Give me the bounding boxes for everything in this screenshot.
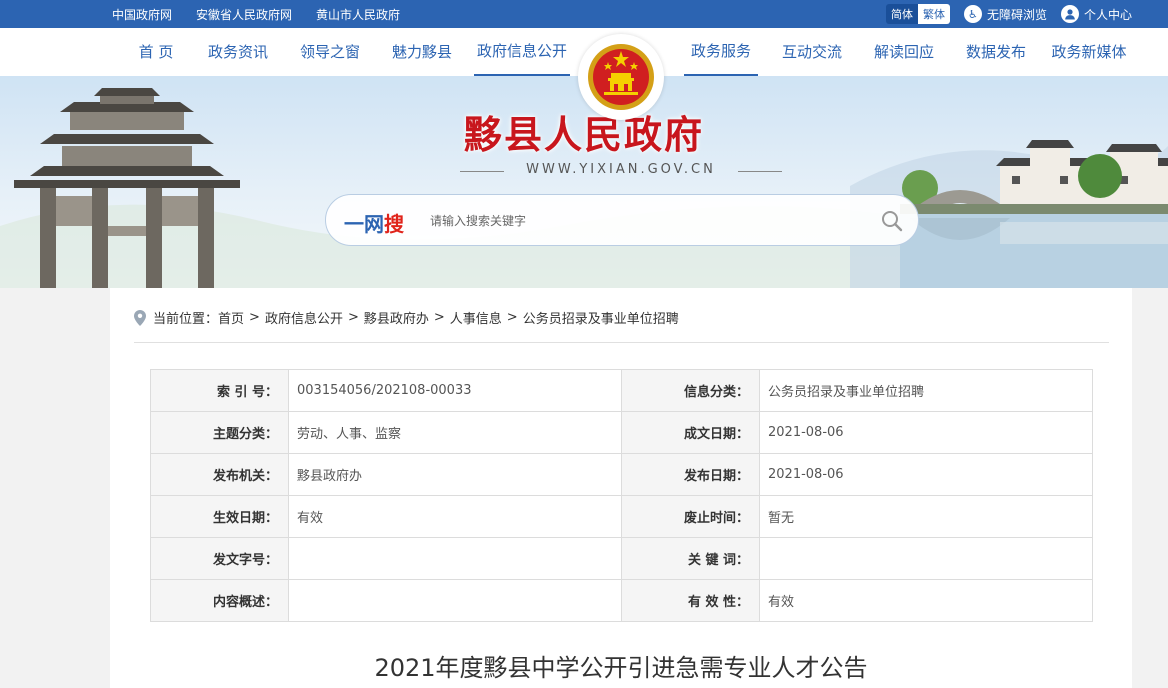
validity-value: 有效 [759, 579, 1093, 622]
breadcrumb-separator: > [433, 310, 445, 325]
index-number-value: 003154056/202108-00033 [288, 369, 622, 412]
info-category-label: 信息分类： [621, 369, 760, 412]
national-emblem [578, 34, 664, 120]
document-metadata-table: 索 引 号： 003154056/202108-00033 信息分类： 公务员招… [150, 369, 1093, 622]
table-row: 生效日期： 有效 废止时间： 暂无 [150, 495, 1093, 538]
breadcrumb-personnel-info[interactable]: 人事信息 [450, 308, 502, 327]
table-row: 主题分类： 劳动、人事、监察 成文日期： 2021-08-06 [150, 411, 1093, 454]
issuing-authority-value: 黟县政府办 [288, 453, 622, 496]
main-content: 当前位置： 首页 > 政府信息公开 > 黟县政府办 > 人事信息 > 公务员招录… [110, 288, 1132, 688]
divider [134, 342, 1109, 343]
breadcrumb: 当前位置： 首页 > 政府信息公开 > 黟县政府办 > 人事信息 > 公务员招录… [134, 308, 679, 327]
nav-leaders[interactable]: 领导之窗 [292, 28, 368, 76]
breadcrumb-home[interactable]: 首页 [218, 308, 244, 327]
subject-category-label: 主题分类： [150, 411, 289, 454]
publish-date-label: 发布日期： [621, 453, 760, 496]
breadcrumb-separator: > [506, 310, 518, 325]
language-switch: 简体 繁体 [885, 4, 950, 24]
table-row: 索 引 号： 003154056/202108-00033 信息分类： 公务员招… [150, 369, 1093, 412]
keywords-value [759, 537, 1093, 580]
search-input[interactable] [430, 207, 860, 235]
accessibility-button[interactable]: ♿ 无障碍浏览 [963, 5, 1047, 23]
nav-interpretation[interactable]: 解读回应 [866, 28, 942, 76]
info-category-value: 公务员招录及事业单位招聘 [759, 369, 1093, 412]
search-icon [882, 211, 903, 232]
breadcrumb-separator: > [347, 310, 359, 325]
site-title: 黟县人民政府 [463, 112, 704, 157]
nav-charm-yixian[interactable]: 魅力黟县 [384, 28, 460, 76]
keywords-label: 关 键 词： [621, 537, 760, 580]
validity-label: 有 效 性： [621, 579, 760, 622]
subject-category-value: 劳动、人事、监察 [288, 411, 622, 454]
document-number-value [288, 537, 622, 580]
written-date-value: 2021-08-06 [759, 411, 1093, 454]
index-number-label: 索 引 号： [150, 369, 289, 412]
search-button[interactable] [880, 209, 904, 233]
table-row: 发布机关： 黟县政府办 发布日期： 2021-08-06 [150, 453, 1093, 496]
external-links: 中国政府网 安徽省人民政府网 黄山市人民政府 [112, 6, 400, 23]
breadcrumb-prefix: 当前位置： [153, 312, 219, 327]
link-anhui-gov[interactable]: 安徽省人民政府网 [196, 6, 292, 23]
main-nav: 首 页 政务资讯 领导之窗 魅力黟县 政府信息公开 政务服务 互动交流 解读回应… [0, 28, 1168, 120]
site-url: WWW.YIXIAN.GOV.CN [460, 162, 782, 177]
table-row: 内容概述： 有 效 性： 有效 [150, 579, 1093, 622]
breadcrumb-recruitment[interactable]: 公务员招录及事业单位招聘 [523, 308, 679, 327]
national-emblem-icon [588, 44, 654, 110]
breadcrumb-county-office[interactable]: 黟县政府办 [364, 308, 429, 327]
content-summary-value [288, 579, 622, 622]
traditional-chinese-button[interactable]: 繁体 [917, 4, 950, 24]
nav-gov-services[interactable]: 政务服务 [684, 28, 758, 76]
top-bar: 中国政府网 安徽省人民政府网 黄山市人民政府 简体 繁体 ♿ 无障碍浏览 个人中… [0, 0, 1168, 28]
simplified-chinese-button[interactable]: 简体 [885, 4, 918, 24]
personal-center-label: 个人中心 [1083, 7, 1132, 22]
document-number-label: 发文字号： [150, 537, 289, 580]
nav-gov-info-public[interactable]: 政府信息公开 [474, 28, 570, 76]
search-box: 一网搜 [325, 194, 919, 246]
nav-new-media[interactable]: 政务新媒体 [1046, 28, 1132, 76]
nav-data-release[interactable]: 数据发布 [958, 28, 1034, 76]
link-gov-cn[interactable]: 中国政府网 [112, 6, 172, 23]
breadcrumb-separator: > [249, 310, 260, 325]
effective-date-value: 有效 [288, 495, 622, 538]
article-title: 2021年度黟县中学公开引进急需专业人才公告 [374, 654, 868, 682]
link-huangshan-gov[interactable]: 黄山市人民政府 [316, 6, 400, 23]
location-pin-icon [134, 309, 146, 326]
publish-date-value: 2021-08-06 [759, 453, 1093, 496]
search-brand: 一网搜 [344, 212, 404, 236]
repeal-time-value: 暂无 [759, 495, 1093, 538]
effective-date-label: 生效日期： [150, 495, 289, 538]
header-banner: 黟县人民政府 WWW.YIXIAN.GOV.CN 一网搜 [0, 76, 1168, 288]
nav-interaction[interactable]: 互动交流 [774, 28, 850, 76]
written-date-label: 成文日期： [621, 411, 760, 454]
accessibility-label: 无障碍浏览 [986, 7, 1047, 22]
breadcrumb-gov-info-public[interactable]: 政府信息公开 [265, 308, 343, 327]
personal-center-button[interactable]: 个人中心 [1060, 5, 1132, 23]
table-row: 发文字号： 关 键 词： [150, 537, 1093, 580]
repeal-time-label: 废止时间： [621, 495, 760, 538]
nav-home[interactable]: 首 页 [124, 28, 188, 76]
issuing-authority-label: 发布机关： [150, 453, 289, 496]
nav-news[interactable]: 政务资讯 [200, 28, 276, 76]
user-icon [1060, 5, 1079, 23]
content-summary-label: 内容概述： [150, 579, 289, 622]
wheelchair-icon: ♿ [963, 5, 982, 23]
